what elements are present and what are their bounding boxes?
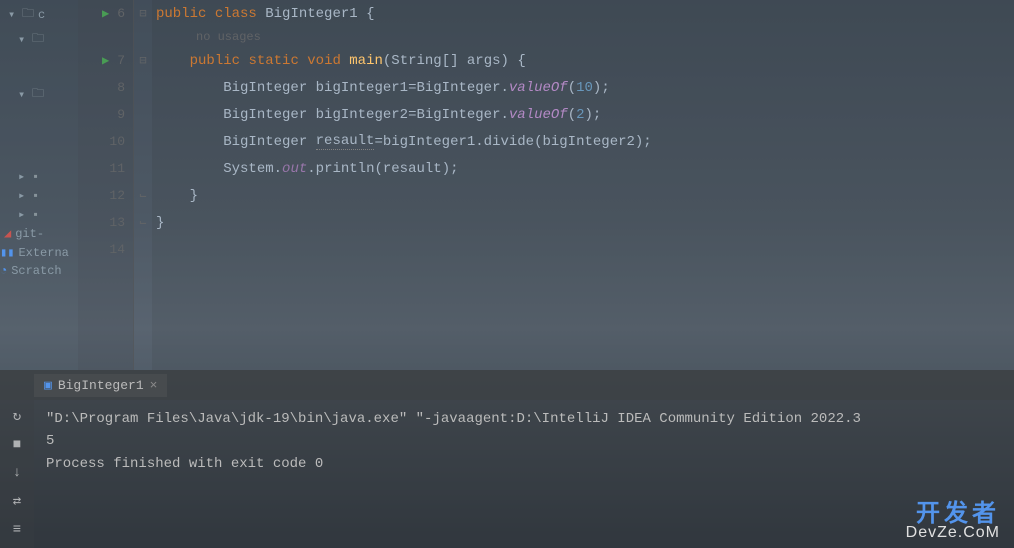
line-number: 11: [109, 161, 125, 176]
folder-icon: ▪: [32, 170, 39, 184]
chevron-right-icon: ▸: [18, 188, 28, 203]
tree-item[interactable]: ▾ 🗀 c: [0, 2, 78, 27]
scratches[interactable]: ◔ Scratch: [0, 262, 78, 280]
external-libraries[interactable]: ▮▮ Externa: [0, 243, 78, 262]
console-line: Process finished with exit code 0: [46, 453, 1002, 475]
tree-label: c: [38, 8, 45, 22]
soft-wrap-icon[interactable]: ⇄: [13, 493, 21, 510]
line-number: 13: [109, 215, 125, 230]
close-icon[interactable]: ×: [150, 378, 158, 393]
tree-label: Scratch: [11, 264, 61, 278]
fold-toggle-icon[interactable]: ⊟: [139, 0, 146, 27]
rerun-icon[interactable]: ↻: [13, 408, 21, 425]
fold-column[interactable]: ⊟ ⊟ ⌙ ⌙: [134, 0, 152, 370]
usage-hint: no usages: [152, 27, 1014, 47]
tree-label: Externa: [18, 246, 68, 260]
line-number: 14: [109, 242, 125, 257]
run-gutter-icon[interactable]: ▶: [102, 6, 109, 21]
console-output[interactable]: "D:\Program Files\Java\jdk-19\bin\java.e…: [34, 400, 1014, 548]
down-icon[interactable]: ↓: [13, 465, 21, 481]
chevron-down-icon: ▾: [18, 87, 28, 102]
line-number: 8: [117, 80, 125, 95]
line-number: 12: [109, 188, 125, 203]
console-line: 5: [46, 430, 1002, 452]
run-tool-window: ▣ BigInteger1 × ↻ ■ ↓ ⇄ ≡ "D:\Program Fi…: [0, 370, 1014, 548]
git-icon: ◢: [4, 226, 11, 241]
console-line: "D:\Program Files\Java\jdk-19\bin\java.e…: [46, 408, 1002, 430]
folder-icon: ▪: [32, 208, 39, 222]
console-icon: ▣: [44, 378, 52, 393]
chevron-down-icon: ▾: [18, 32, 28, 47]
run-gutter-icon[interactable]: ▶: [102, 53, 109, 68]
run-toolbar: ↻ ■ ↓ ⇄ ≡: [0, 400, 34, 548]
folder-icon: 🗀: [22, 4, 34, 25]
code-editor[interactable]: public class BigInteger1 { no usages pub…: [152, 0, 1014, 370]
line-number: 7: [117, 53, 125, 68]
tree-item[interactable]: ▾ 🗀: [0, 82, 78, 107]
project-sidebar[interactable]: ▾ 🗀 c ▾ 🗀 ▾ 🗀 ▸ ▪ ▸ ▪ ▸ ▪ ◢ git- ▮▮: [0, 0, 78, 370]
chevron-right-icon: ▸: [18, 169, 28, 184]
line-number: 9: [117, 107, 125, 122]
tree-label: git-: [15, 227, 44, 241]
chevron-right-icon: ▸: [18, 207, 28, 222]
run-tab-bar: ▣ BigInteger1 ×: [0, 370, 1014, 400]
folder-icon: ▪: [32, 189, 39, 203]
library-icon: ▮▮: [0, 245, 14, 260]
editor-gutter[interactable]: ▶ 6 ▶ 7 8 9 10 11 12 13 14: [78, 0, 134, 370]
chevron-down-icon: ▾: [8, 7, 18, 22]
tree-item[interactable]: ▸ ▪: [0, 205, 78, 224]
fold-end-icon[interactable]: ⌙: [139, 209, 146, 236]
scroll-icon[interactable]: ≡: [13, 522, 21, 538]
run-config-tab[interactable]: ▣ BigInteger1 ×: [34, 374, 167, 397]
stop-icon[interactable]: ■: [13, 437, 21, 453]
folder-icon: 🗀: [32, 29, 44, 50]
tree-item[interactable]: ▾ 🗀: [0, 27, 78, 52]
scratch-icon: ◔: [0, 264, 7, 278]
line-number: 6: [117, 6, 125, 21]
tree-item[interactable]: ▸ ▪: [0, 167, 78, 186]
fold-toggle-icon[interactable]: ⊟: [139, 47, 146, 74]
tree-item[interactable]: ◢ git-: [0, 224, 78, 243]
line-number: 10: [109, 134, 125, 149]
fold-end-icon[interactable]: ⌙: [139, 182, 146, 209]
tab-label: BigInteger1: [58, 378, 144, 393]
tree-item[interactable]: ▸ ▪: [0, 186, 78, 205]
folder-icon: 🗀: [32, 84, 44, 105]
